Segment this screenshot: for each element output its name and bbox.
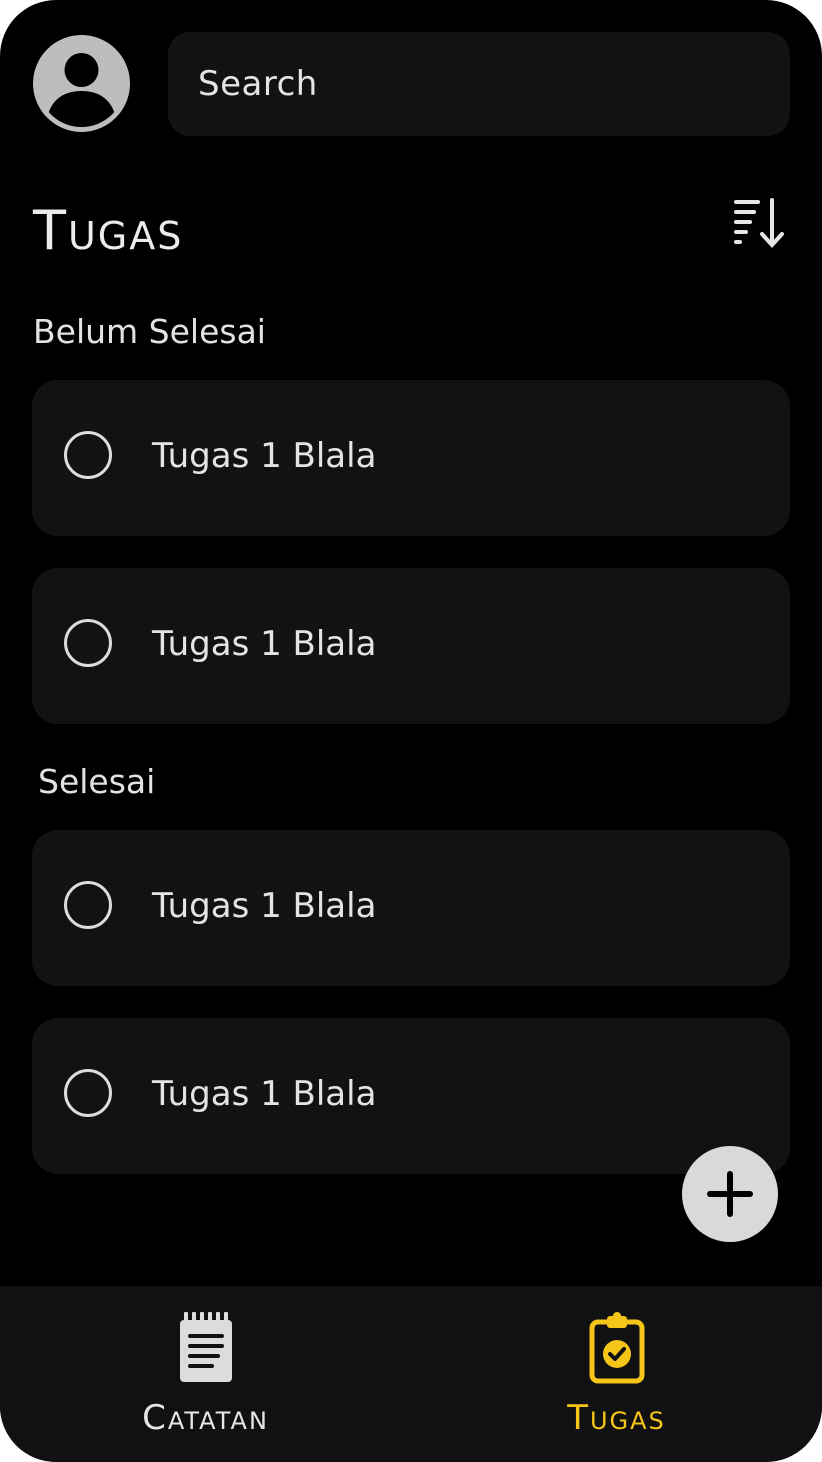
task-label: Tugas 1 Blala: [152, 436, 377, 476]
bottom-nav: Catatan Tugas: [0, 1286, 822, 1462]
clipboard-check-icon: [589, 1312, 645, 1388]
task-item[interactable]: Tugas 1 Blala: [32, 380, 790, 536]
app-screen: Search Tugas Belum Selesai Tugas 1 Blala…: [0, 0, 822, 1462]
avatar[interactable]: [33, 35, 130, 132]
nav-item-tugas[interactable]: Tugas: [411, 1286, 822, 1462]
task-checkbox[interactable]: [64, 1069, 112, 1117]
task-checkbox[interactable]: [64, 881, 112, 929]
section-label-unfinished: Belum Selesai: [33, 312, 266, 351]
task-checkbox[interactable]: [64, 431, 112, 479]
sort-descending-icon: [734, 198, 784, 248]
task-label: Tugas 1 Blala: [152, 624, 377, 664]
nav-label-catatan: Catatan: [142, 1398, 269, 1438]
user-avatar-icon: [33, 35, 130, 132]
task-item[interactable]: Tugas 1 Blala: [32, 1018, 790, 1174]
task-checkbox[interactable]: [64, 619, 112, 667]
task-label: Tugas 1 Blala: [152, 1074, 377, 1114]
task-item[interactable]: Tugas 1 Blala: [32, 568, 790, 724]
plus-icon: [707, 1171, 753, 1217]
nav-item-catatan[interactable]: Catatan: [0, 1286, 411, 1462]
nav-label-tugas: Tugas: [567, 1398, 666, 1438]
search-placeholder: Search: [198, 64, 318, 104]
search-input[interactable]: Search: [168, 32, 790, 136]
section-label-finished: Selesai: [38, 762, 156, 801]
add-task-button[interactable]: [682, 1146, 778, 1242]
notepad-icon: [178, 1312, 234, 1388]
task-item[interactable]: Tugas 1 Blala: [32, 830, 790, 986]
task-label: Tugas 1 Blala: [152, 886, 377, 926]
sort-button[interactable]: [728, 192, 790, 254]
page-title: Tugas: [33, 199, 184, 262]
